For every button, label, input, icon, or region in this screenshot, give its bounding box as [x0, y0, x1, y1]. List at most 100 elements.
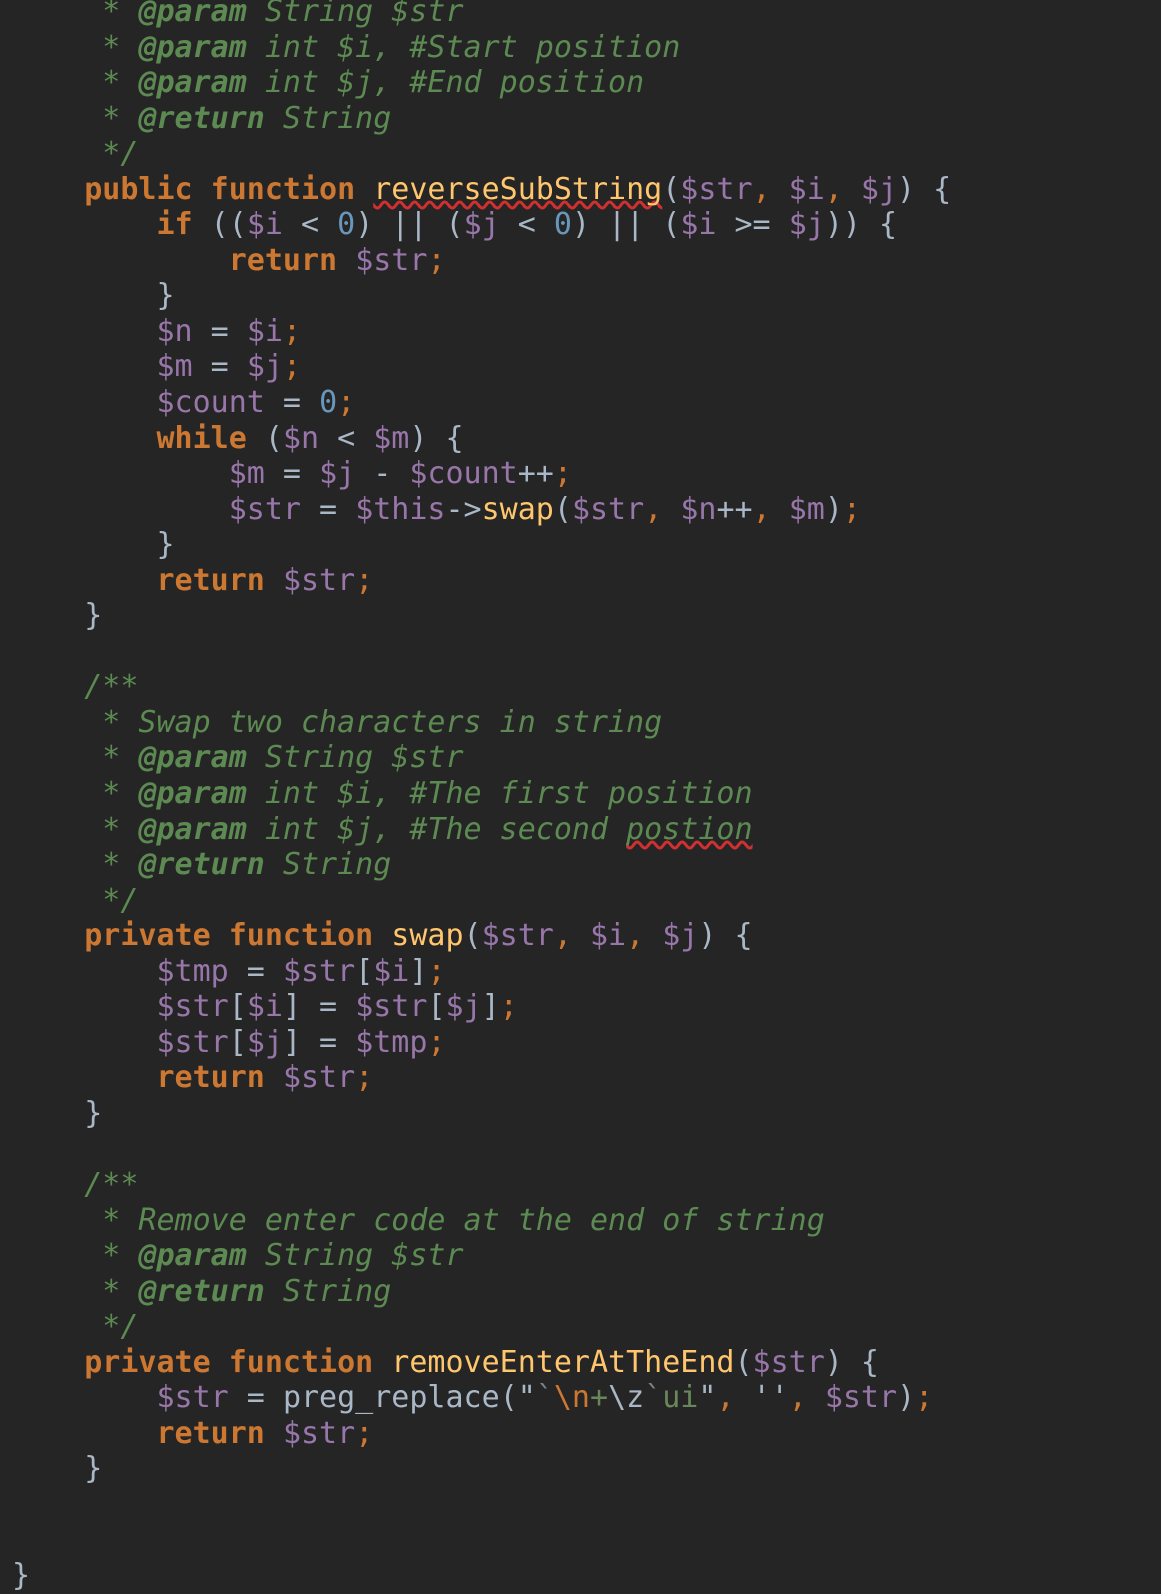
code-line[interactable]: }: [0, 278, 1161, 314]
code-line[interactable]: $str[$i] = $str[$j];: [0, 989, 1161, 1025]
code-line[interactable]: $tmp = $str[$i];: [0, 954, 1161, 990]
code-token-kw: if: [156, 207, 193, 243]
code-token-punc: ;: [915, 1380, 934, 1416]
code-line[interactable]: $count = 0;: [0, 385, 1161, 421]
code-token-var: $m: [373, 420, 410, 456]
code-line[interactable]: return $str;: [0, 563, 1161, 599]
code-token-cmt-tag: @return: [138, 1273, 265, 1309]
code-line[interactable]: return $str;: [0, 1060, 1161, 1096]
code-token-plain: [: [228, 989, 247, 1025]
code-token-punc: ,: [824, 171, 843, 207]
code-token-cmt: *: [84, 29, 139, 65]
code-token-plain: [: [355, 953, 374, 989]
code-line[interactable]: return $str;: [0, 1416, 1161, 1452]
code-token-kw: return: [156, 562, 265, 598]
code-line[interactable]: * @param int $i, #Start position: [0, 30, 1161, 66]
code-line[interactable]: * Swap two characters in string: [0, 705, 1161, 741]
source-code-listing[interactable]: * @param String $str * @param int $i, #S…: [0, 0, 1161, 1594]
code-token-var: $str: [824, 1380, 898, 1416]
code-line[interactable]: private function swap($str, $i, $j) {: [0, 918, 1161, 954]
code-line[interactable]: while ($n < $m) {: [0, 421, 1161, 457]
code-editor-pane[interactable]: * @param String $str * @param int $i, #S…: [0, 0, 1161, 1593]
code-token-plain: (: [734, 1344, 753, 1380]
code-line[interactable]: private function removeEnterAtTheEnd($st…: [0, 1345, 1161, 1381]
code-line[interactable]: }: [0, 598, 1161, 634]
code-line[interactable]: /**: [0, 1167, 1161, 1203]
code-token-plain: (: [499, 1380, 518, 1416]
code-token-fn: swap: [481, 491, 554, 527]
code-line[interactable]: */: [0, 136, 1161, 172]
code-token-punc: ,: [716, 1380, 735, 1416]
code-line[interactable]: return $str;: [0, 243, 1161, 279]
code-line[interactable]: [0, 1523, 1161, 1559]
code-line[interactable]: * @param String $str: [0, 1238, 1161, 1274]
code-line[interactable]: $str = $this->swap($str, $n++, $m);: [0, 492, 1161, 528]
code-line[interactable]: * @param int $j, #The second postion: [0, 812, 1161, 848]
code-line[interactable]: * Remove enter code at the end of string: [0, 1203, 1161, 1239]
code-line[interactable]: $n = $i;: [0, 314, 1161, 350]
code-line[interactable]: public function reverseSubString($str, $…: [0, 172, 1161, 208]
code-line[interactable]: * @param String $str: [0, 0, 1161, 30]
code-token-punc: ;: [427, 1024, 446, 1060]
code-token-plain: ->: [445, 491, 482, 527]
code-line[interactable]: */: [0, 1309, 1161, 1345]
code-line[interactable]: * @param String $str: [0, 740, 1161, 776]
code-token-var: $m: [228, 456, 265, 492]
code-line[interactable]: $m = $j - $count++;: [0, 456, 1161, 492]
code-token-var: $j: [246, 1024, 283, 1060]
code-line[interactable]: }: [0, 527, 1161, 563]
code-line[interactable]: }: [0, 1096, 1161, 1132]
code-token-punc: ;: [355, 1415, 374, 1451]
code-token-punc: ;: [355, 562, 374, 598]
code-line[interactable]: if (($i < 0) || ($j < 0) || ($i >= $j)) …: [0, 207, 1161, 243]
code-token-cmt: *: [84, 1273, 139, 1309]
code-line[interactable]: * @param int $j, #End position: [0, 65, 1161, 101]
code-line[interactable]: /**: [0, 669, 1161, 705]
code-line[interactable]: * @param int $i, #The first position: [0, 776, 1161, 812]
code-line[interactable]: $str = preg_replace("`\n+\z`ui", '', $st…: [0, 1380, 1161, 1416]
code-token-cmt: int $i, #Start position: [246, 29, 681, 65]
code-token-plain: (: [662, 171, 681, 207]
code-token-kw: private function: [84, 1344, 374, 1380]
code-line[interactable]: * @return String: [0, 1274, 1161, 1310]
code-line[interactable]: [0, 634, 1161, 670]
code-token-cmt: String: [264, 1273, 392, 1309]
code-line[interactable]: [0, 1132, 1161, 1168]
code-line[interactable]: $m = $j;: [0, 349, 1161, 385]
code-token-punc: ,: [752, 171, 771, 207]
code-line[interactable]: * @return String: [0, 101, 1161, 137]
code-token-cmt: String $str: [246, 740, 464, 776]
code-line[interactable]: $str[$j] = $tmp;: [0, 1025, 1161, 1061]
code-line[interactable]: * @return String: [0, 847, 1161, 883]
code-token-var: $j: [463, 207, 500, 243]
code-token-punc: ;: [499, 989, 518, 1025]
code-line[interactable]: }: [0, 1451, 1161, 1487]
code-line[interactable]: */: [0, 883, 1161, 919]
code-token-punc: ;: [282, 313, 301, 349]
code-token-cmt-tag: @param: [138, 0, 247, 29]
code-line[interactable]: [0, 1487, 1161, 1523]
code-token-plain: (: [246, 420, 283, 456]
code-line[interactable]: }: [0, 1558, 1161, 1594]
code-token-plain: =: [264, 385, 320, 421]
code-token-cmt-tag: @param: [138, 740, 247, 776]
